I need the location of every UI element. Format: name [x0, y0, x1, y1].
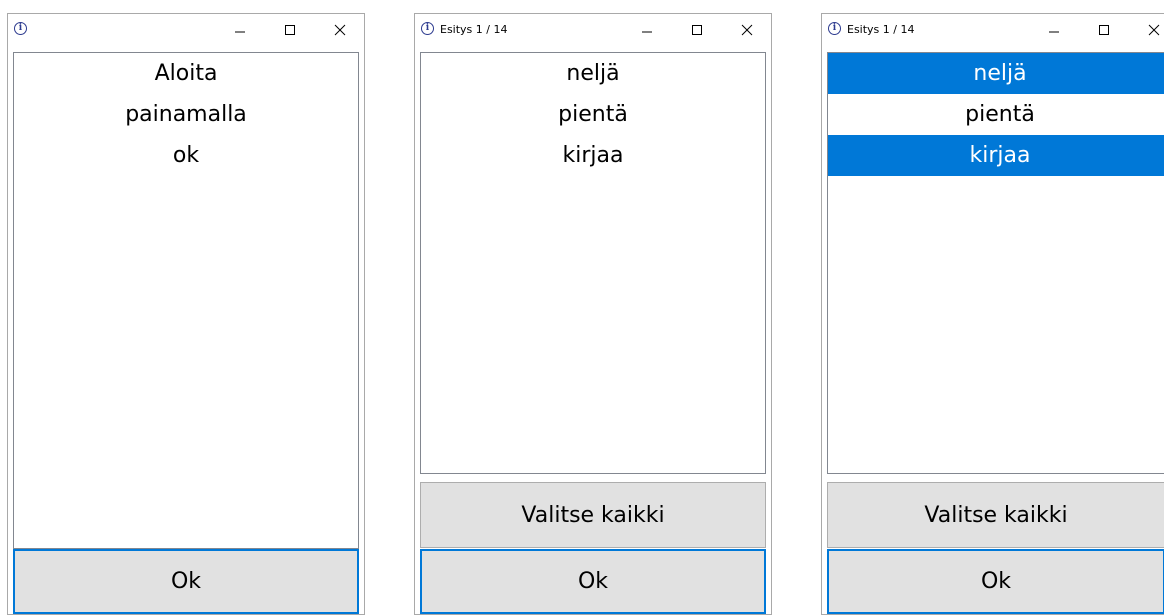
maximize-button[interactable]	[677, 16, 717, 44]
maximize-button[interactable]	[270, 16, 310, 44]
info-icon: i	[421, 22, 434, 35]
ok-button[interactable]: Ok	[420, 549, 766, 614]
list-item[interactable]: pientä	[421, 94, 765, 135]
list-item[interactable]: Aloita	[14, 53, 358, 94]
dialog-window-presentation: i Esitys 1 / 14 neljä pientä kirjaa Vali…	[414, 13, 772, 615]
select-all-button[interactable]: Valitse kaikki	[827, 482, 1164, 548]
list-item[interactable]: painamalla	[14, 94, 358, 135]
close-icon	[1148, 24, 1160, 36]
select-all-button[interactable]: Valitse kaikki	[420, 482, 766, 548]
close-button[interactable]	[320, 16, 360, 44]
close-button[interactable]	[1134, 16, 1164, 44]
dialog-window-presentation-selected: i Esitys 1 / 14 neljä pientä kirjaa Vali…	[821, 13, 1164, 615]
list-item[interactable]: kirjaa	[421, 135, 765, 176]
maximize-icon	[1099, 25, 1109, 35]
word-listbox[interactable]: neljä pientä kirjaa	[827, 52, 1164, 474]
minimize-icon	[235, 31, 245, 33]
word-listbox[interactable]: Aloita painamalla ok	[13, 52, 359, 549]
minimize-icon	[1049, 31, 1059, 33]
minimize-icon	[642, 31, 652, 33]
minimize-button[interactable]	[627, 16, 667, 44]
title-bar[interactable]: i Esitys 1 / 14	[822, 14, 1164, 47]
maximize-icon	[285, 25, 295, 35]
close-icon	[741, 24, 753, 36]
dialog-window-start: i Aloita painamalla ok Ok	[7, 13, 365, 615]
close-icon	[334, 24, 346, 36]
title-bar[interactable]: i Esitys 1 / 14	[415, 14, 771, 47]
list-item-selected[interactable]: neljä	[828, 53, 1164, 94]
list-item-selected[interactable]: kirjaa	[828, 135, 1164, 176]
maximize-button[interactable]	[1084, 16, 1124, 44]
ok-button[interactable]: Ok	[13, 549, 359, 614]
minimize-button[interactable]	[1034, 16, 1074, 44]
ok-button[interactable]: Ok	[827, 549, 1164, 614]
minimize-button[interactable]	[220, 16, 260, 44]
title-bar[interactable]: i	[8, 14, 364, 47]
window-title: Esitys 1 / 14	[847, 23, 915, 36]
window-title: Esitys 1 / 14	[440, 23, 508, 36]
list-item[interactable]: neljä	[421, 53, 765, 94]
word-listbox[interactable]: neljä pientä kirjaa	[420, 52, 766, 474]
close-button[interactable]	[727, 16, 767, 44]
maximize-icon	[692, 25, 702, 35]
info-icon: i	[828, 22, 841, 35]
list-item[interactable]: pientä	[828, 94, 1164, 135]
list-item[interactable]: ok	[14, 135, 358, 176]
info-icon: i	[14, 22, 27, 35]
